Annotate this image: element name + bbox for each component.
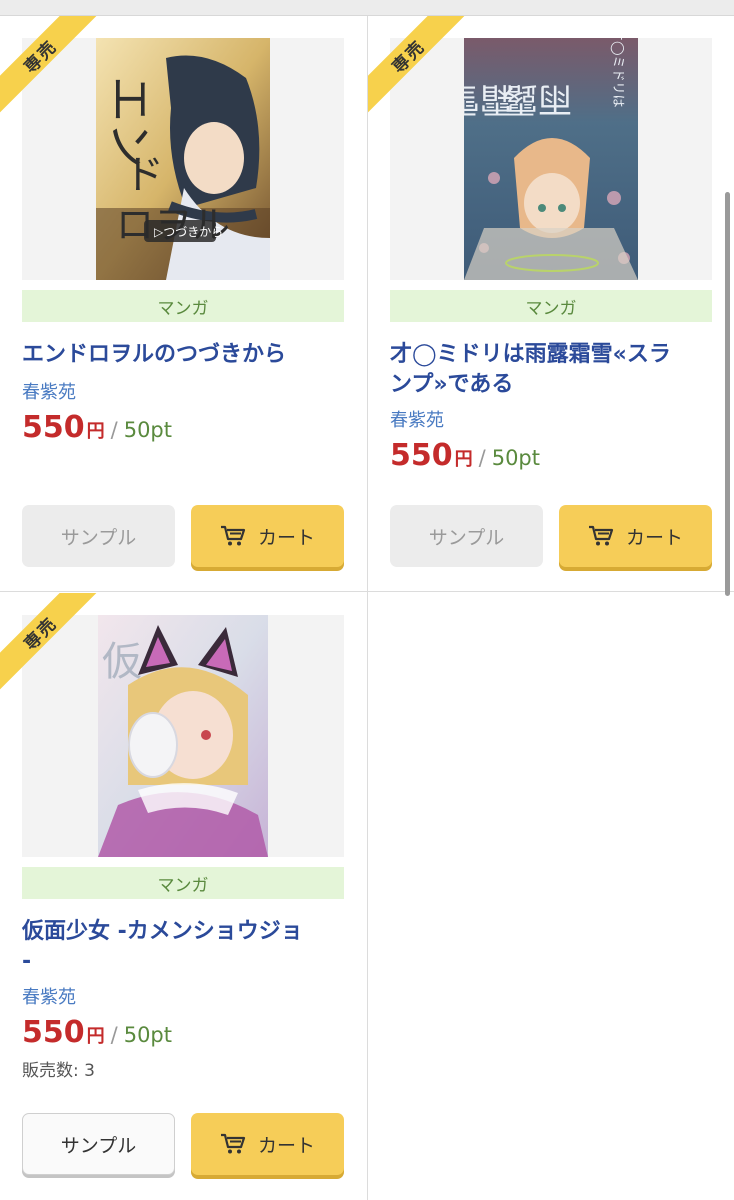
price-currency: 円	[454, 449, 473, 470]
sample-button[interactable]: サンプル	[22, 505, 175, 567]
add-to-cart-button[interactable]: カート	[191, 505, 344, 567]
price-currency: 円	[86, 1026, 105, 1047]
product-card-2: 霜雪 雨露 オ◯ミドリは 専売 マンガ 才◯ミドリは雨露霜雪«スラ ンプ»である…	[368, 16, 734, 578]
product-title-line-2: -	[22, 949, 32, 974]
price-value: 550	[22, 1015, 85, 1050]
cart-button-label: カート	[257, 526, 315, 549]
sample-button[interactable]: サンプル	[22, 1113, 175, 1175]
price-value: 550	[22, 410, 85, 445]
product-card-3: 仮 専売 マンガ 仮面少女 -カメンショウジョ - 春紫苑 550 円 / 50…	[0, 593, 367, 1185]
exclusive-badge: 専売	[388, 36, 430, 78]
cart-button-label: カート	[625, 526, 683, 549]
exclusive-ribbon: 専売	[0, 16, 110, 126]
points-value: 50pt	[123, 1023, 172, 1047]
genre-tag: マンガ	[22, 290, 344, 322]
exclusive-badge: 専売	[20, 36, 62, 78]
price-separator: /	[478, 446, 486, 470]
product-card-1: エン ド ロヲル ▷つづきから 専売 マンガ エンドロヲルのつづきから 春紫苑 …	[0, 16, 367, 578]
product-title-line-1: 才◯ミドリは雨露霜雪«スラ	[390, 342, 671, 367]
product-title[interactable]: エンドロヲルのつづきから	[22, 340, 344, 370]
price-currency: 円	[86, 421, 105, 442]
circle-name[interactable]: 春紫苑	[390, 406, 444, 432]
sample-button[interactable]: サンプル	[390, 505, 543, 567]
price-separator: /	[110, 1023, 118, 1047]
product-title-line-1: 仮面少女 -カメンショウジョ	[22, 919, 303, 944]
cover-image[interactable]: 仮	[98, 615, 268, 857]
price-row: 550 円 / 50pt	[22, 1015, 172, 1050]
cart-button-label: カート	[257, 1134, 315, 1157]
svg-text:ド: ド	[124, 152, 164, 198]
product-title[interactable]: 仮面少女 -カメンショウジョ -	[22, 917, 352, 977]
column-divider	[367, 16, 368, 1200]
cover-image[interactable]: エン ド ロヲル ▷つづきから	[96, 38, 270, 280]
exclusive-ribbon: 専売	[368, 16, 478, 126]
add-to-cart-button[interactable]: カート	[191, 1113, 344, 1175]
svg-text:雨露: 雨露	[504, 79, 572, 119]
exclusive-ribbon: 専売	[0, 593, 110, 703]
product-title-line-2: ンプ»である	[390, 372, 514, 397]
cover-subtitle: ▷つづきから	[154, 225, 223, 239]
price-row: 550 円 / 50pt	[390, 438, 540, 473]
circle-name[interactable]: 春紫苑	[22, 378, 76, 404]
svg-text:オ◯ミドリは: オ◯ミドリは	[610, 38, 625, 108]
cart-icon	[220, 1133, 246, 1154]
circle-name[interactable]: 春紫苑	[22, 983, 76, 1009]
genre-tag: マンガ	[22, 867, 344, 899]
price-separator: /	[110, 418, 118, 442]
sales-count: 販売数: 3	[22, 1061, 95, 1081]
price-value: 550	[390, 438, 453, 473]
price-row: 550 円 / 50pt	[22, 410, 172, 445]
points-value: 50pt	[491, 446, 540, 470]
exclusive-badge: 専売	[20, 613, 62, 655]
genre-tag: マンガ	[390, 290, 712, 322]
cover-image[interactable]: 霜雪 雨露 オ◯ミドリは	[464, 38, 638, 280]
points-value: 50pt	[123, 418, 172, 442]
cart-icon	[588, 525, 614, 546]
add-to-cart-button[interactable]: カート	[559, 505, 712, 567]
row-divider	[0, 591, 734, 592]
top-bar	[0, 0, 734, 16]
cart-icon	[220, 525, 246, 546]
product-title[interactable]: 才◯ミドリは雨露霜雪«スラ ンプ»である	[390, 340, 720, 400]
